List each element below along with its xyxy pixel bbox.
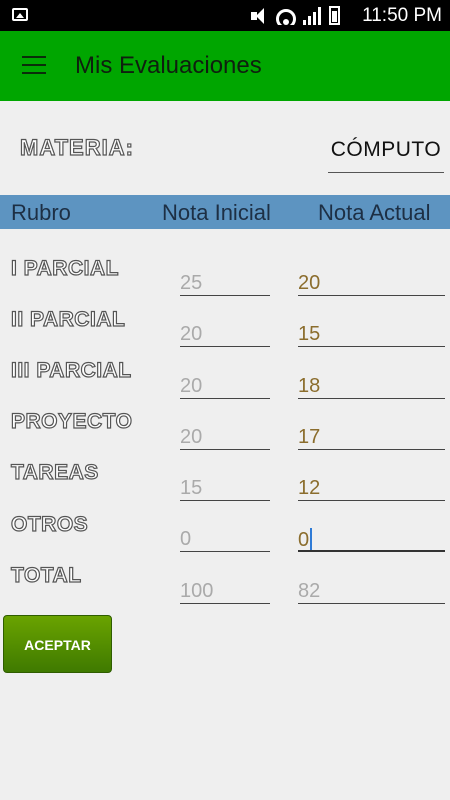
menu-icon[interactable] (22, 56, 48, 75)
table-header: Rubro Nota Inicial Nota Actual (0, 195, 450, 229)
total-actual-field: 82 (298, 570, 445, 604)
nota-inicial-field: 20 (180, 313, 270, 347)
app-bar: Mis Evaluaciones (0, 31, 450, 101)
row-label: TAREAS (10, 460, 99, 484)
nota-actual-field[interactable]: 0 (298, 518, 445, 552)
gallery-notification-icon (12, 8, 28, 21)
nota-actual-field[interactable]: 17 (298, 416, 445, 450)
row-label: TOTAL (10, 563, 82, 587)
nota-actual-field[interactable]: 18 (298, 365, 445, 399)
nota-inicial-field: 20 (180, 365, 270, 399)
row-label: II PARCIAL (10, 307, 126, 331)
status-time: 11:50 PM (362, 5, 442, 26)
wifi-icon (275, 7, 297, 25)
row-label: PROYECTO (10, 409, 133, 433)
aceptar-button[interactable]: ACEPTAR (3, 615, 112, 673)
status-icons (249, 5, 340, 25)
nota-inicial-field: 15 (180, 467, 270, 501)
signal-icon (303, 7, 323, 25)
field-value: 0 (298, 529, 310, 551)
page-title: Mis Evaluaciones (75, 52, 262, 79)
nota-actual-field[interactable]: 12 (298, 467, 445, 501)
header-nota-inicial: Nota Inicial (162, 200, 271, 225)
nota-inicial-field: 25 (180, 262, 270, 296)
materia-label: MATERIA: (19, 134, 134, 160)
row-label: I PARCIAL (10, 256, 119, 280)
mute-icon (249, 7, 269, 25)
nota-actual-field[interactable]: 20 (298, 262, 445, 296)
nota-actual-field[interactable]: 15 (298, 313, 445, 347)
text-cursor (310, 528, 313, 550)
row-label: OTROS (10, 512, 89, 536)
nota-inicial-field: 0 (180, 518, 270, 552)
header-nota-actual: Nota Actual (318, 200, 431, 225)
total-inicial-field: 100 (180, 570, 270, 604)
header-rubro: Rubro (11, 200, 71, 225)
status-bar: 11:50 PM (0, 0, 450, 31)
materia-selector[interactable]: CÓMPUTO (328, 138, 444, 173)
nota-inicial-field: 20 (180, 416, 270, 450)
battery-icon (329, 6, 340, 25)
row-label: III PARCIAL (10, 358, 132, 382)
